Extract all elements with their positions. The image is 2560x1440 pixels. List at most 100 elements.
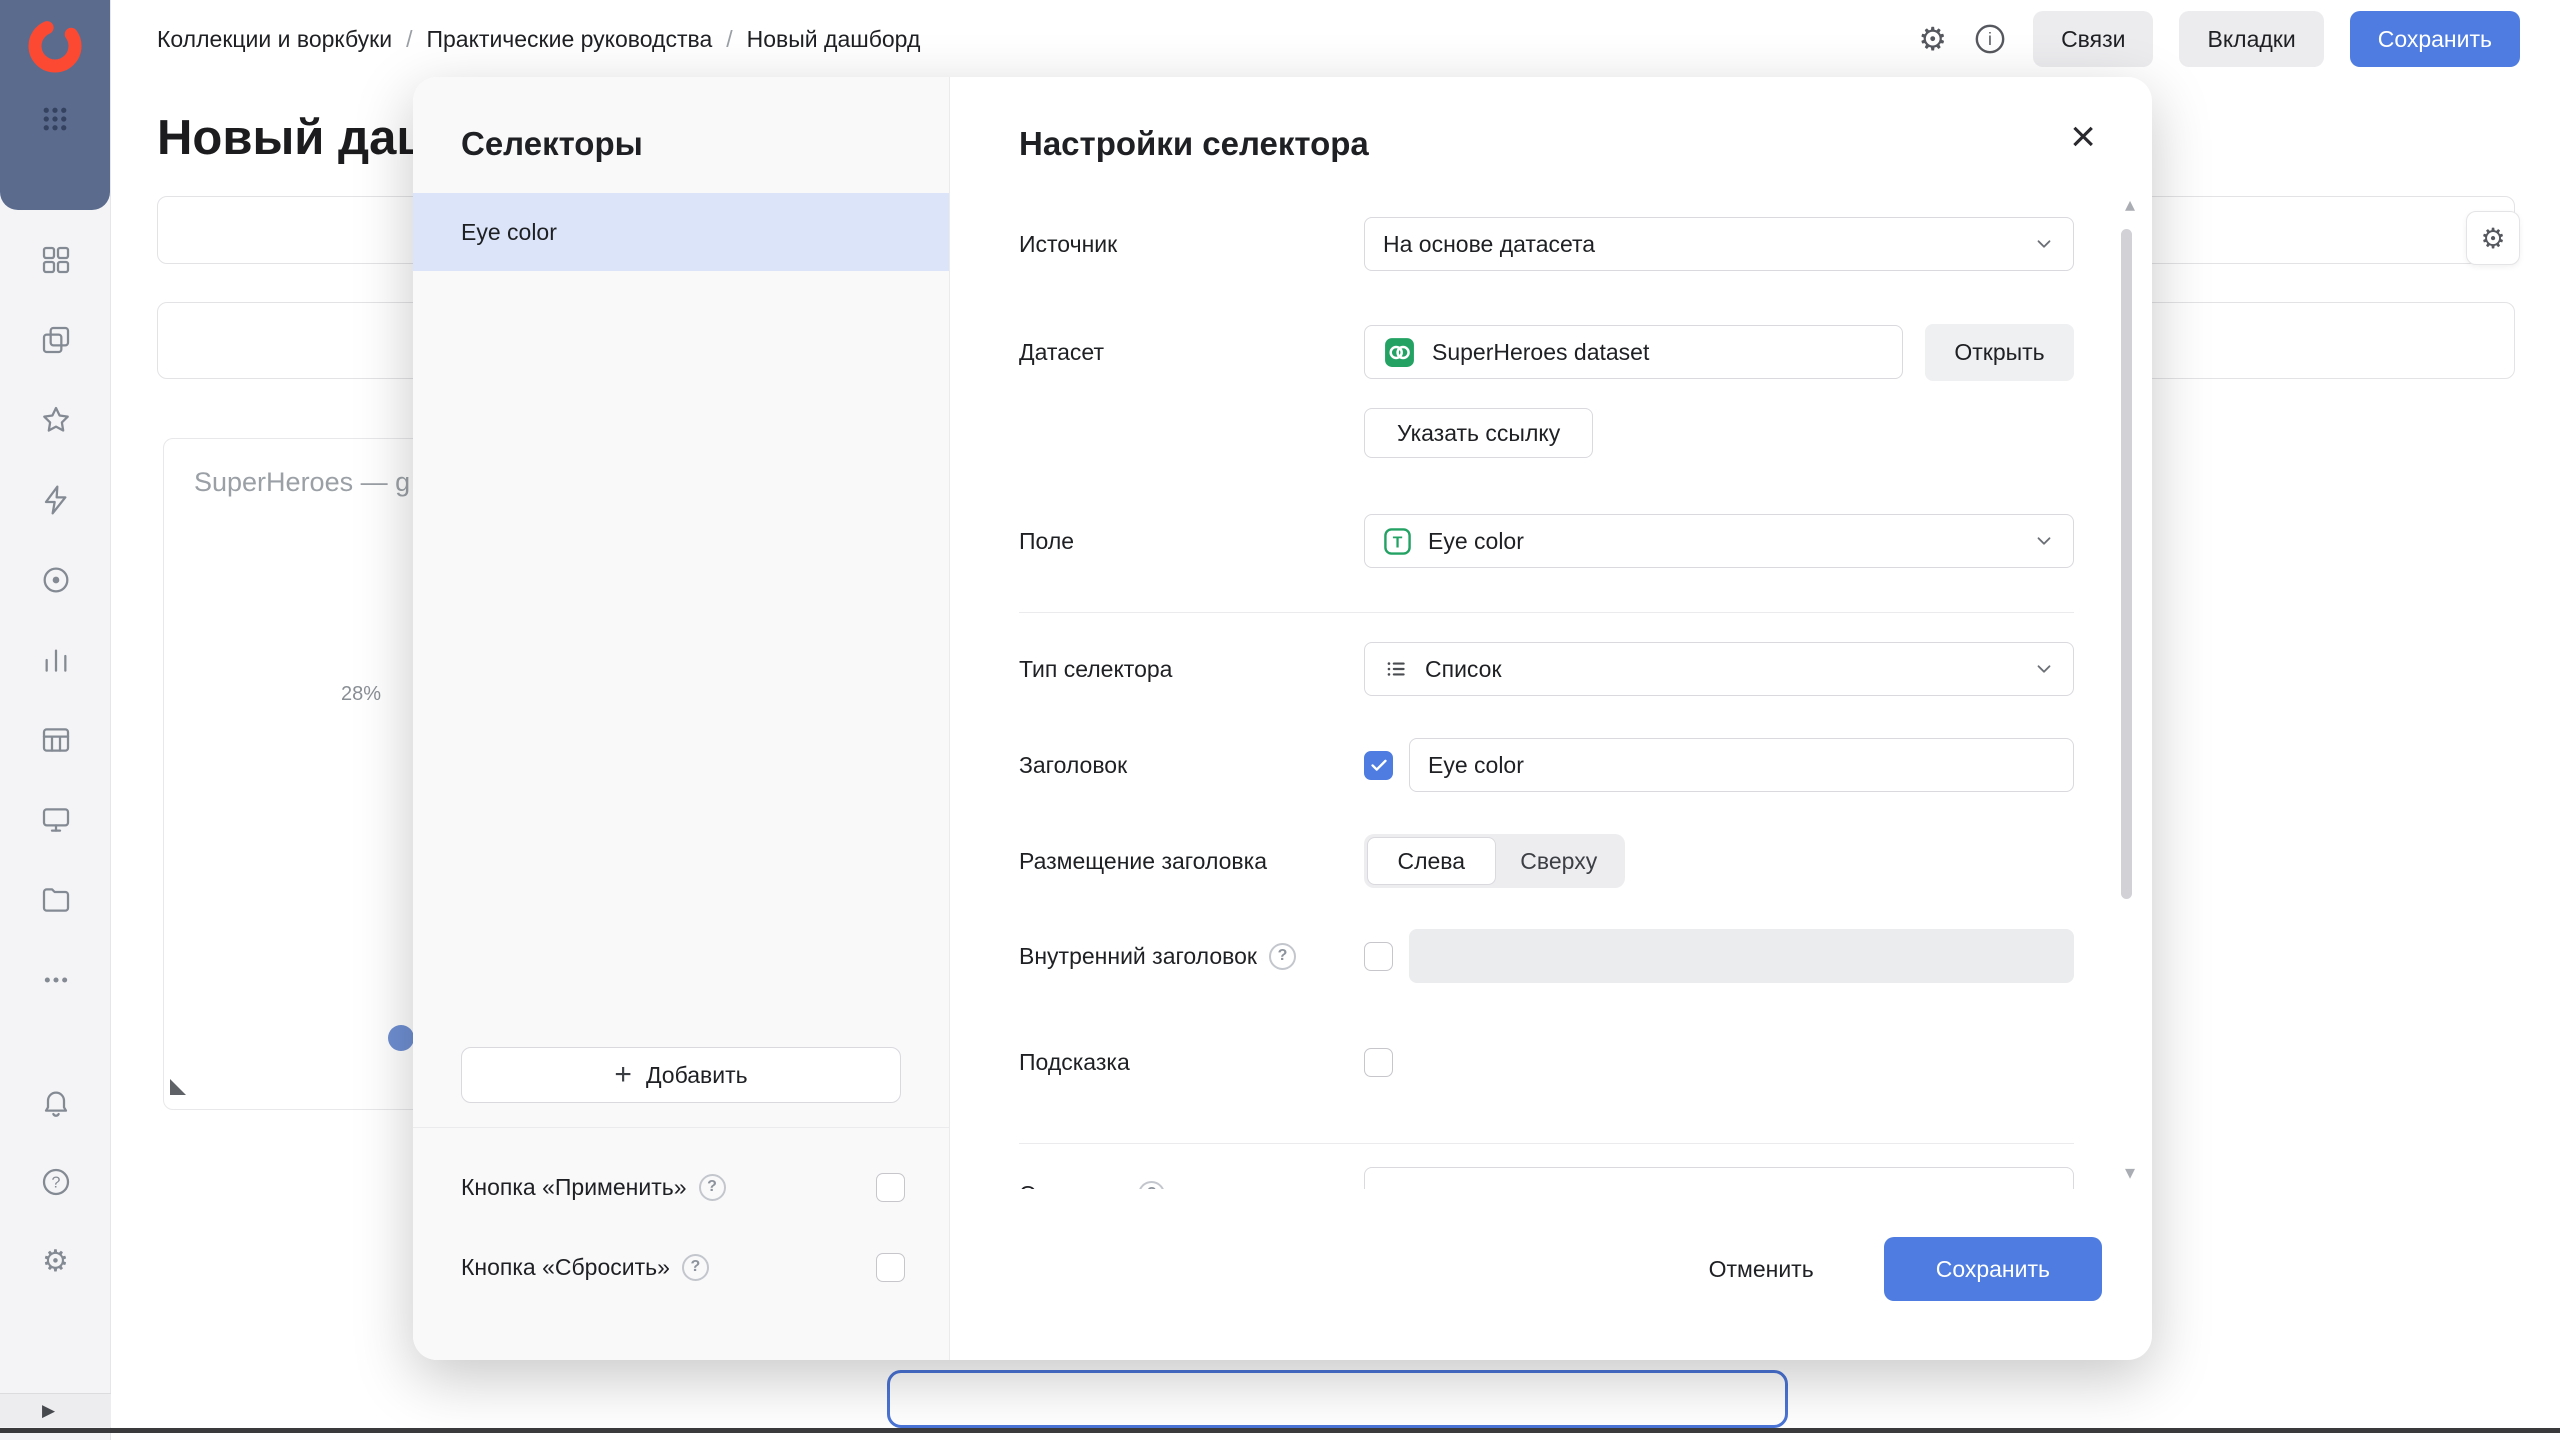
heading-checkbox[interactable] <box>1364 750 1393 780</box>
source-value: На основе датасета <box>1383 230 1596 257</box>
operation-row: Операция ? <box>1019 1167 2074 1189</box>
field-row: Поле T Eye color <box>1019 514 2074 568</box>
field-value: Eye color <box>1428 527 1524 554</box>
specify-link-button[interactable]: Указать ссылку <box>1364 408 1594 458</box>
dashboard-settings-gear-icon[interactable]: ⚙ <box>1918 23 1947 55</box>
storage-folder-icon[interactable] <box>0 860 111 940</box>
close-icon[interactable]: × <box>2070 115 2096 159</box>
sidebar-nav <box>0 220 111 1020</box>
scroll-up-icon[interactable]: ▴ <box>2125 195 2135 215</box>
chevron-down-icon <box>2037 665 2051 673</box>
topbar-actions: ⚙ i Связи Вкладки Сохранить <box>1918 11 2520 67</box>
selector-settings-dialog: Селекторы Eye color + Добавить Кнопка «П… <box>413 77 2152 1360</box>
connections-target-icon[interactable] <box>0 540 111 620</box>
help-icon[interactable]: ? <box>1268 942 1296 970</box>
chart-point <box>388 1025 414 1051</box>
widget-settings-gear-icon[interactable]: ⚙ <box>2466 211 2520 265</box>
sidebar: ? ⚙ ▶ <box>0 0 111 1440</box>
plus-icon: + <box>614 1058 632 1091</box>
heading-placement-segmented: Слева Сверху <box>1364 834 1625 888</box>
save-dashboard-button[interactable]: Сохранить <box>2349 11 2520 67</box>
resize-corner-icon[interactable] <box>170 1079 186 1095</box>
apply-checkbox-label: Кнопка «Применить» <box>461 1173 687 1200</box>
selector-settings-panel: Настройки селектора × Источник На основе… <box>950 77 2152 1360</box>
breadcrumb-separator: / <box>406 25 413 52</box>
hint-label: Подсказка <box>1019 1048 1130 1075</box>
operation-row-clipped: Операция ? <box>1019 1143 2074 1189</box>
selector-type-select[interactable]: Список <box>1364 642 2074 696</box>
inner-heading-checkbox[interactable] <box>1364 941 1393 971</box>
heading-placement-label: Размещение заголовка <box>1019 847 1268 874</box>
scrollbar-thumb[interactable] <box>2121 229 2132 899</box>
favorites-star-icon[interactable] <box>0 380 111 460</box>
dataset-link-row: Указать ссылку <box>1019 408 2074 458</box>
chevron-down-icon <box>2037 537 2051 545</box>
settings-panel-title: Настройки селектора <box>1019 125 1369 162</box>
svg-text:?: ? <box>51 1175 60 1192</box>
dataset-value: SuperHeroes dataset <box>1432 338 1650 365</box>
placement-left-option[interactable]: Слева <box>1367 837 1496 885</box>
selector-list-item[interactable]: Eye color <box>413 193 949 271</box>
charts-icon[interactable] <box>0 620 111 700</box>
field-select[interactable]: T Eye color <box>1364 514 2074 568</box>
more-ellipsis-icon[interactable] <box>0 940 111 1020</box>
help-icon[interactable]: ? <box>681 1253 709 1281</box>
apply-checkbox[interactable] <box>876 1172 905 1202</box>
selectors-panel-title: Селекторы <box>461 125 643 162</box>
help-icon[interactable]: ? <box>1138 1180 1166 1189</box>
help-circle-icon[interactable]: ? <box>0 1142 111 1222</box>
svg-text:T: T <box>1393 534 1403 551</box>
source-label: Источник <box>1019 230 1118 257</box>
breadcrumb: Коллекции и воркбуки / Практические руко… <box>157 26 920 53</box>
operation-select[interactable] <box>1364 1167 2074 1189</box>
info-icon[interactable]: i <box>1973 22 2007 56</box>
notifications-bell-icon[interactable] <box>0 1062 111 1142</box>
heading-input[interactable]: Eye color <box>1409 738 2074 792</box>
placement-top-option[interactable]: Сверху <box>1496 837 1623 885</box>
tabs-button[interactable]: Вкладки <box>2179 11 2324 67</box>
selector-item-label: Eye color <box>461 218 557 245</box>
save-selector-button[interactable]: Сохранить <box>1883 1237 2102 1301</box>
breadcrumb-separator: / <box>726 25 733 52</box>
scroll-down-icon[interactable]: ▾ <box>2125 1163 2135 1183</box>
source-select[interactable]: На основе датасета <box>1364 217 2074 271</box>
selector-type-value: Список <box>1425 655 1502 682</box>
chart-data-label: 28% <box>341 683 382 705</box>
datalens-logo-icon[interactable] <box>23 14 87 78</box>
reset-checkbox-label: Кнопка «Сбросить» <box>461 1253 670 1280</box>
reset-checkbox[interactable] <box>876 1252 905 1282</box>
links-button[interactable]: Связи <box>2033 11 2154 67</box>
datasets-table-icon[interactable] <box>0 700 111 780</box>
monitoring-monitor-icon[interactable] <box>0 780 111 860</box>
operation-label: Операция ? <box>1019 1180 1364 1189</box>
heading-input-value: Eye color <box>1428 751 1524 778</box>
selector-drop-zone[interactable] <box>887 1370 1788 1428</box>
chevron-down-icon <box>2037 240 2051 248</box>
dashboards-grid-icon[interactable] <box>0 220 111 300</box>
window-bottom-edge <box>0 1428 2560 1433</box>
dataset-select[interactable]: SuperHeroes dataset <box>1364 325 1903 379</box>
section-divider <box>1019 612 2074 613</box>
workbooks-icon[interactable] <box>0 300 111 380</box>
open-dataset-button[interactable]: Открыть <box>1925 323 2074 381</box>
hint-checkbox[interactable] <box>1364 1047 1393 1077</box>
sidebar-collapse-bar[interactable]: ▶ <box>0 1393 111 1427</box>
editor-lightning-icon[interactable] <box>0 460 111 540</box>
svg-text:i: i <box>1988 29 1992 49</box>
field-label: Поле <box>1019 527 1075 554</box>
heading-label: Заголовок <box>1019 751 1128 778</box>
apps-grid-icon[interactable] <box>40 104 70 134</box>
inner-heading-input <box>1409 929 2074 983</box>
inner-heading-row: Внутренний заголовок ? <box>1019 929 2074 983</box>
breadcrumb-collections[interactable]: Коллекции и воркбуки <box>157 26 392 53</box>
selector-type-row: Тип селектора Список <box>1019 642 2074 696</box>
settings-gear-icon[interactable]: ⚙ <box>0 1222 111 1302</box>
help-icon[interactable]: ? <box>698 1173 726 1201</box>
chart-title: SuperHeroes — g <box>194 467 411 497</box>
add-selector-button[interactable]: + Добавить <box>461 1047 901 1103</box>
cancel-button[interactable]: Отменить <box>1679 1237 1844 1301</box>
breadcrumb-guides[interactable]: Практические руководства <box>426 26 712 53</box>
topbar: Коллекции и воркбуки / Практические руко… <box>111 0 2560 78</box>
collapse-arrow-icon[interactable]: ▶ <box>42 1401 55 1421</box>
sidebar-logo-block <box>0 0 110 210</box>
